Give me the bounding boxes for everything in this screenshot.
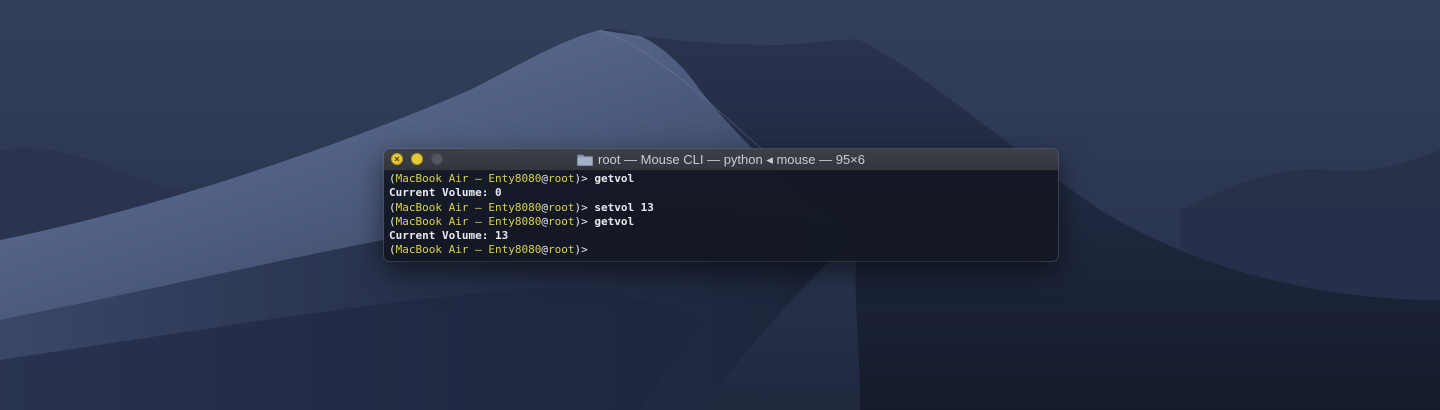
terminal-line: (MacBook Air – Enty8080@root)> getvol	[389, 172, 1053, 186]
prompt-user: root	[547, 200, 575, 214]
prompt-close: )>	[574, 214, 588, 228]
prompt-user: root	[547, 214, 575, 228]
folder-icon	[577, 154, 593, 166]
window-title: root — Mouse CLI — python ◂ mouse — 95×6	[384, 149, 1058, 170]
prompt-host: MacBook Air – Enty8080	[395, 214, 542, 228]
prompt-user: root	[547, 172, 575, 185]
command-text: getvol	[587, 172, 635, 185]
terminal-line: (MacBook Air – Enty8080@root)> getvol	[389, 215, 1053, 229]
prompt-open: (	[389, 243, 396, 257]
prompt-open: (	[389, 200, 396, 214]
terminal-line: Current Volume: 13	[389, 229, 1053, 243]
prompt-open: (	[389, 172, 396, 185]
command-text: setvol 13	[587, 200, 654, 214]
prompt-at: @	[541, 214, 548, 228]
prompt-at: @	[541, 243, 548, 257]
prompt-host: MacBook Air – Enty8080	[395, 200, 542, 214]
output-text: Current Volume: 13	[389, 229, 509, 243]
prompt-at: @	[541, 172, 548, 185]
prompt-user: root	[547, 243, 575, 257]
prompt-host: MacBook Air – Enty8080	[395, 243, 542, 257]
command-text: getvol	[587, 214, 635, 228]
terminal-output[interactable]: (MacBook Air – Enty8080@root)> getvol Cu…	[389, 172, 1053, 257]
terminal-line[interactable]: (MacBook Air – Enty8080@root)>	[389, 243, 1053, 257]
window-title-text: root — Mouse CLI — python ◂ mouse — 95×6	[597, 152, 865, 167]
output-text: Current Volume: 0	[389, 186, 502, 200]
prompt-close: )>	[574, 172, 588, 185]
prompt-open: (	[389, 214, 396, 228]
prompt-close: )>	[574, 200, 588, 214]
terminal-line: Current Volume: 0	[389, 186, 1053, 200]
window-titlebar[interactable]: root — Mouse CLI — python ◂ mouse — 95×6	[384, 149, 1058, 171]
terminal-window[interactable]: root — Mouse CLI — python ◂ mouse — 95×6…	[384, 149, 1058, 261]
terminal-line: (MacBook Air – Enty8080@root)> setvol 13	[389, 201, 1053, 215]
prompt-at: @	[541, 200, 548, 214]
text-cursor	[588, 243, 594, 255]
prompt-host: MacBook Air – Enty8080	[395, 172, 542, 185]
prompt-close: )>	[574, 243, 588, 257]
